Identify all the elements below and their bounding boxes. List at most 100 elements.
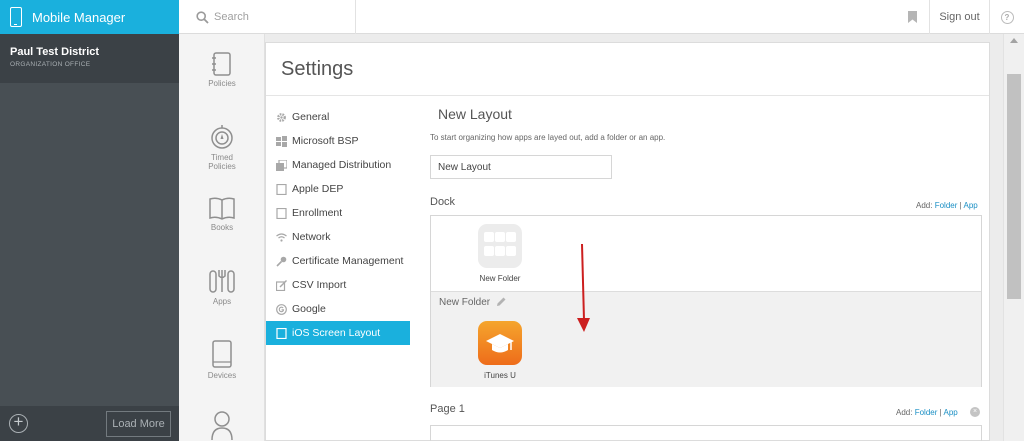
rail-label: Timed — [211, 153, 233, 162]
dock-add-app-link[interactable]: App — [963, 201, 977, 210]
menu-label: Network — [292, 231, 331, 243]
google-icon — [276, 303, 287, 315]
search-icon — [196, 10, 209, 24]
settings-menu-enrollment[interactable]: Enrollment — [266, 201, 410, 225]
bookmark-button[interactable] — [896, 0, 930, 34]
sidebar-footer: + Load More — [0, 406, 179, 441]
page1-add-folder-link[interactable]: Folder — [915, 408, 938, 417]
remove-page-icon[interactable]: × — [970, 407, 980, 417]
rail-item-timed-policies[interactable]: Timed Policies — [179, 124, 265, 171]
org-sidebar: Paul Test District ORGANIZATION OFFICE +… — [0, 34, 179, 441]
menu-label: Enrollment — [292, 207, 343, 219]
device-icon — [276, 183, 287, 195]
rail-label: Policies — [208, 79, 236, 88]
help-icon: ? — [1000, 10, 1014, 24]
device-icon — [276, 207, 287, 219]
layout-name-input[interactable] — [430, 155, 612, 179]
rail-item-books[interactable]: Books — [179, 196, 265, 232]
nav-rail: Policies Timed Policies Books Apps Devic… — [179, 34, 265, 441]
dock-label: Dock — [430, 196, 456, 208]
org-subtitle: ORGANIZATION OFFICE — [10, 61, 91, 68]
sign-out-link[interactable]: Sign out — [930, 0, 990, 34]
layout-title: New Layout — [438, 106, 512, 122]
tablet-icon — [276, 327, 287, 339]
brand[interactable]: Mobile Manager — [0, 0, 179, 34]
gear-icon — [277, 112, 286, 122]
menu-label: Apple DEP — [292, 183, 344, 195]
import-icon — [276, 279, 287, 291]
page1-add-links: Add: Folder | App — [896, 408, 958, 417]
windows-icon — [276, 135, 287, 147]
rail-item-users[interactable] — [179, 410, 265, 441]
settings-menu-google[interactable]: Google — [266, 297, 410, 321]
search-input[interactable] — [214, 11, 334, 23]
scroll-thumb[interactable] — [1007, 74, 1021, 299]
layout-hint: To start organizing how apps are layed o… — [430, 133, 666, 142]
dock-add-folder-link[interactable]: Folder — [935, 201, 958, 210]
dock-area[interactable]: New Folder New Folder iTunes U — [430, 215, 982, 387]
rail-item-devices[interactable]: Devices — [179, 340, 265, 380]
settings-panel: Settings General Microsoft BSP Managed D… — [265, 42, 990, 441]
dock-add-links: Add: Folder | App — [916, 201, 978, 210]
rail-label: Apps — [212, 297, 232, 306]
pencil-icon[interactable] — [495, 296, 507, 308]
open-folder-strip[interactable]: New Folder iTunes U — [431, 291, 981, 387]
settings-menu-microsoft-bsp[interactable]: Microsoft BSP — [266, 129, 410, 153]
folder-name-label: New Folder — [439, 296, 491, 308]
org-name: Paul Test District — [10, 46, 100, 58]
book-icon — [209, 197, 235, 220]
rail-label: Policies — [208, 162, 236, 171]
settings-menu-certificate-management[interactable]: Certificate Management — [266, 249, 410, 273]
rail-item-policies[interactable]: Policies — [179, 52, 265, 88]
top-bar: Mobile Manager Sign out ? — [0, 0, 1024, 34]
distribution-icon — [276, 159, 287, 171]
settings-menu-general[interactable]: General — [266, 105, 410, 129]
key-icon — [276, 256, 287, 267]
user-icon — [211, 411, 233, 440]
rail-label: Devices — [207, 371, 237, 380]
scroll-up-icon[interactable] — [1010, 38, 1018, 43]
page1-label: Page 1 — [430, 403, 465, 415]
bookmark-icon — [908, 11, 917, 23]
page-scrollbar[interactable] — [1003, 34, 1024, 441]
app-label: iTunes U — [484, 371, 516, 380]
app-label: New Folder — [479, 274, 521, 283]
folder-name: New Folder — [439, 296, 507, 308]
menu-label: CSV Import — [292, 279, 347, 291]
itunes-u-icon — [478, 321, 522, 365]
menu-label: Microsoft BSP — [292, 135, 359, 147]
rail-item-apps[interactable]: Apps — [179, 268, 265, 306]
search-box — [179, 0, 356, 34]
settings-menu-csv-import[interactable]: CSV Import — [266, 273, 410, 297]
load-more-button[interactable]: Load More — [106, 411, 171, 437]
add-icon[interactable]: + — [9, 413, 28, 433]
notebook-icon — [212, 52, 231, 76]
wifi-icon — [276, 232, 287, 242]
divider — [266, 95, 989, 96]
app-title: Mobile Manager — [32, 9, 126, 25]
itunes-u-app[interactable]: iTunes U — [470, 321, 530, 380]
settings-menu-managed-distribution[interactable]: Managed Distribution — [266, 153, 410, 177]
folder-icon — [478, 224, 522, 268]
page-title: Settings — [281, 58, 354, 80]
menu-label: General — [292, 111, 330, 123]
menu-label: iOS Screen Layout — [292, 327, 381, 339]
apps-tools-icon — [209, 270, 235, 293]
settings-menu-network[interactable]: Network — [266, 225, 410, 249]
settings-menu-apple-dep[interactable]: Apple DEP — [266, 177, 410, 201]
phone-icon — [10, 7, 22, 27]
org-header[interactable]: Paul Test District ORGANIZATION OFFICE — [0, 34, 179, 83]
tablet-icon — [212, 340, 232, 368]
dock-folder-app[interactable]: New Folder — [470, 224, 530, 283]
page1-add-app-link[interactable]: App — [943, 408, 957, 417]
help-button[interactable]: ? — [990, 0, 1024, 34]
stopwatch-icon — [211, 125, 233, 149]
menu-label: Certificate Management — [292, 255, 404, 267]
menu-label: Google — [292, 303, 326, 315]
settings-menu: General Microsoft BSP Managed Distributi… — [266, 105, 410, 345]
red-arrow-annotation — [577, 243, 590, 332]
rail-label: Books — [210, 223, 234, 232]
settings-menu-ios-screen-layout[interactable]: iOS Screen Layout — [266, 321, 410, 345]
page1-area[interactable] — [430, 425, 982, 441]
menu-label: Managed Distribution — [292, 159, 392, 171]
